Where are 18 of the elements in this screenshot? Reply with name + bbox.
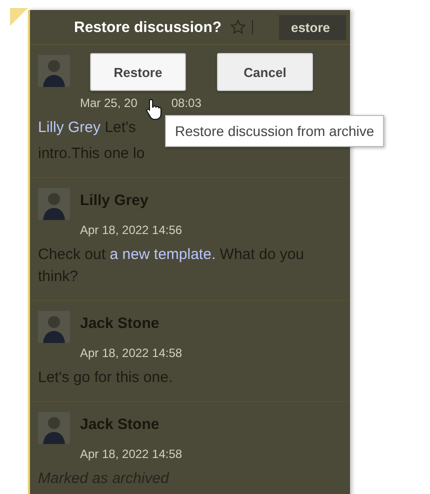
timestamp: Apr 18, 2022 14:58 [80, 346, 182, 360]
dialog-title: Restore discussion? [74, 18, 222, 36]
timestamp: Apr 18, 2022 14:56 [80, 223, 182, 237]
timestamp: Mar 25, 20 [80, 96, 138, 110]
dialog-button[interactable]: Restore [90, 53, 186, 91]
avatar-icon [38, 188, 70, 220]
hand-cursor-icon [145, 98, 164, 120]
header-button[interactable]: estore [278, 14, 346, 40]
avatar-icon [38, 311, 70, 343]
link[interactable]: Lilly Grey [38, 119, 101, 136]
timestamp: 08:03 [171, 96, 202, 110]
timestamp: Apr 18, 2022 14:58 [80, 447, 182, 461]
avatar-icon [38, 55, 70, 87]
link[interactable]: a new template. [110, 246, 216, 263]
avatar-icon [38, 412, 70, 444]
tooltip: Restore discussion from archive [165, 115, 384, 147]
dialog-button[interactable]: Cancel [217, 53, 313, 91]
star-icon[interactable] [230, 19, 246, 35]
